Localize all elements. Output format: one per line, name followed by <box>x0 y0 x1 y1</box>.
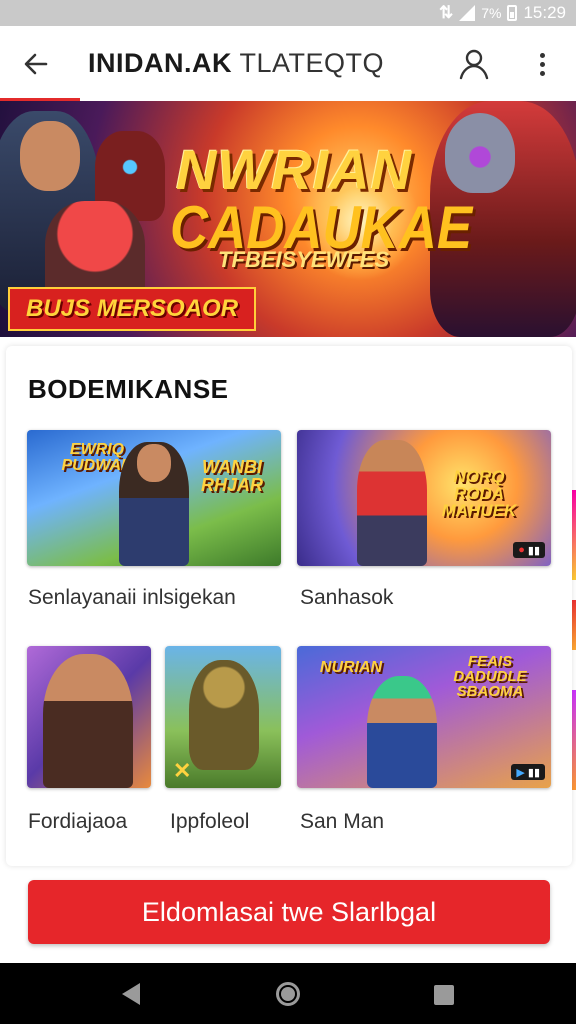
battery-percent: 7% <box>481 5 502 21</box>
crossed-swords-icon: ✕ <box>173 758 192 783</box>
data-indicator-icon: ⇅ <box>438 3 454 22</box>
thumbnail-art-text-2: WANBI RHJAR <box>200 457 263 495</box>
thumbnail-art-text: NURIAN <box>319 659 383 676</box>
signal-icon <box>459 5 476 21</box>
app-bar: INIDAN.AK TLATEQTQ <box>0 26 576 100</box>
game-thumbnail-2[interactable]: NORQ RODA MAHUEK ● ▮▮ <box>297 430 551 566</box>
system-nav-bar <box>0 963 576 1024</box>
character-figure <box>43 654 133 788</box>
video-badge: ▶ ▮▮ <box>511 764 545 780</box>
nav-home-icon[interactable] <box>276 982 300 1006</box>
clock: 15:29 <box>523 3 566 22</box>
banner-tag[interactable]: BUJS MERSOAOR <box>8 287 257 331</box>
hero-right-helmet <box>445 113 515 193</box>
back-button[interactable] <box>18 46 54 82</box>
game-title-1[interactable]: Senlayanaii inlsigekan <box>28 586 236 610</box>
nav-home-dot <box>281 987 295 1001</box>
section-title: BODEMIKANSE <box>28 374 229 404</box>
nav-recents-icon[interactable] <box>434 985 454 1005</box>
nav-back-icon[interactable] <box>122 983 140 1005</box>
character-figure <box>357 440 427 566</box>
banner-subline: TFBEISYEWFES <box>218 247 390 272</box>
video-badge: ● ▮▮ <box>513 542 545 558</box>
game-title-4[interactable]: Ippfoleol <box>170 810 249 834</box>
game-thumbnail-5[interactable]: NURIAN FEAIS DADUDLE SBAOMA ▶ ▮▮ <box>297 646 551 788</box>
more-vert-dot <box>539 61 545 67</box>
primary-action-label: Eldomlasai twe Slarlbgal <box>141 896 437 927</box>
thumbnail-art-text: NORQ RODA MAHUEK <box>441 467 517 520</box>
character-face <box>137 444 171 482</box>
thumbnail-art-text-2: FEAIS DADUDLE SBAOMA <box>453 653 527 700</box>
game-thumbnail-4[interactable]: ✕ <box>165 646 281 788</box>
character-figure <box>189 660 259 770</box>
status-icons: ⇅ 7% 15:29 <box>439 0 566 26</box>
games-section: BODEMIKANSE EWRIQ PUDWAR WANBI RHJAR Sen… <box>6 346 572 866</box>
game-title-3[interactable]: Fordiajaoa <box>28 810 127 834</box>
banner-tag-label: BUJS MERSOAOR <box>26 295 239 322</box>
primary-action-button[interactable]: Eldomlasai twe Slarlbgal <box>28 880 550 944</box>
user-icon <box>459 49 489 80</box>
profile-button[interactable] <box>456 46 492 82</box>
page-title: INIDAN.AK TLATEQTQ <box>88 48 384 79</box>
character-figure <box>367 676 437 788</box>
game-thumbnail-3[interactable] <box>27 646 151 788</box>
game-title-5[interactable]: San Man <box>300 810 384 834</box>
overflow-menu-button[interactable] <box>524 46 560 82</box>
hero-left-face <box>20 121 80 191</box>
game-title-2[interactable]: Sanhasok <box>300 586 393 610</box>
featured-banner[interactable]: NWRIAN CADAUKAE TFBEISYEWFES BUJS MERSOA… <box>0 101 576 337</box>
page-title-secondary: TLATEQTQ <box>239 48 385 78</box>
battery-icon <box>507 5 518 21</box>
game-thumbnail-1[interactable]: EWRIQ PUDWAR WANBI RHJAR <box>27 430 281 566</box>
page-title-primary: INIDAN.AK <box>88 48 232 78</box>
more-vert-icon <box>539 52 545 58</box>
status-bar: ⇅ 7% 15:29 <box>0 0 576 26</box>
arrow-left-icon <box>24 53 48 75</box>
more-vert-dot <box>539 70 545 76</box>
